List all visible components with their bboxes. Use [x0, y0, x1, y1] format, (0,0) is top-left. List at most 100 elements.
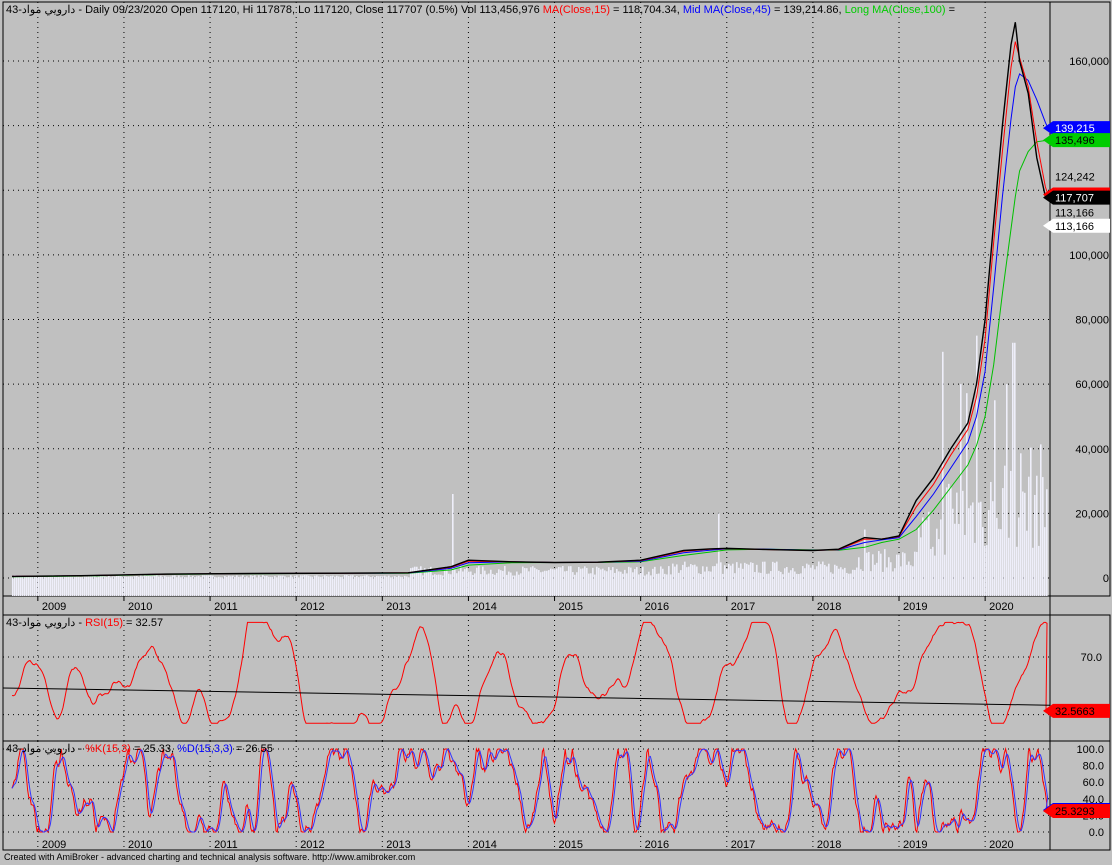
volume-bar: [350, 575, 352, 596]
volume-bar: [1022, 491, 1024, 596]
rsi-axis-panel: [1049, 614, 1111, 742]
volume-bar: [422, 575, 424, 596]
volume-bar: [112, 576, 114, 596]
volume-bar: [520, 573, 522, 596]
volume-bar: [182, 576, 184, 596]
volume-bar: [510, 572, 512, 596]
volume-bar: [830, 572, 832, 596]
stoch-k-value: = 25.33,: [131, 743, 177, 755]
last-value-label: 32.5663: [1055, 706, 1095, 718]
rsi-value: = 32.57: [123, 617, 163, 629]
volume-bar: [344, 575, 346, 596]
volume-bar: [236, 575, 238, 596]
volume-bar: [252, 575, 254, 596]
volume-bar: [904, 553, 906, 596]
volume-bar: [66, 576, 68, 596]
stoch-header-sep: -: [75, 743, 85, 755]
volume-bar: [382, 576, 384, 596]
volume-bar: [960, 384, 962, 596]
volume-bar: [866, 552, 868, 596]
volume-bar: [852, 569, 854, 596]
volume-bar: [484, 570, 486, 596]
volume-bar: [528, 571, 530, 596]
stoch-date-tick-label: 2012: [300, 839, 324, 851]
volume-bar: [384, 575, 386, 596]
volume-bar: [50, 576, 52, 596]
volume-bar: [298, 577, 300, 596]
volume-bar: [878, 551, 880, 596]
volume-bar: [896, 554, 898, 596]
volume-bar: [46, 577, 48, 596]
volume-bar: [32, 575, 34, 596]
volume-bar: [826, 566, 828, 596]
volume-bar: [346, 575, 348, 596]
volume-bar: [474, 573, 476, 596]
volume-bar: [394, 576, 396, 596]
stoch-tick-label: 60.0: [1083, 777, 1104, 789]
volume-bar: [998, 528, 1000, 596]
volume-bar: [618, 571, 620, 596]
stoch-date-tick-label: 2014: [472, 839, 496, 851]
volume-bar: [710, 571, 712, 596]
volume-bar: [160, 575, 162, 596]
stoch-k-legend: %K(15,3): [85, 743, 131, 755]
volume-bar: [124, 576, 126, 596]
chart-window: 2009 2009 2010 2010 2011 2011 2012 2012 2013 2013…: [0, 0, 1112, 865]
volume-bar: [540, 572, 542, 596]
volume-bar: [764, 561, 766, 596]
volume-bar: [56, 577, 58, 596]
stoch-header-ticker: 43-دارويي مواد: [6, 743, 75, 755]
ma-long-legend: Long MA(Close,100): [845, 4, 946, 16]
volume-bar: [862, 570, 864, 596]
last-value-label: 25.3293: [1055, 806, 1095, 818]
volume-bar: [222, 577, 224, 596]
date-tick-label: 2014: [472, 601, 496, 613]
volume-bar: [1020, 453, 1022, 596]
volume-bar: [738, 567, 740, 596]
volume-bar: [372, 576, 374, 596]
volume-bar: [554, 569, 556, 596]
volume-bar: [806, 563, 808, 596]
volume-bar: [624, 569, 626, 596]
volume-bar: [884, 549, 886, 596]
volume-bar: [608, 567, 610, 596]
volume-bar: [340, 576, 342, 596]
volume-bar: [648, 571, 650, 596]
date-tick-label: 2015: [559, 601, 583, 613]
volume-bar: [654, 566, 656, 596]
stoch-date-tick-label: 2009: [42, 839, 66, 851]
volume-bar: [748, 564, 750, 596]
volume-bar: [870, 571, 872, 596]
volume-bar: [184, 577, 186, 596]
volume-bar: [580, 568, 582, 596]
volume-bar: [804, 568, 806, 596]
stoch-d-line: [11, 748, 1049, 833]
volume-bar: [396, 576, 398, 596]
volume-bar: [886, 567, 888, 596]
volume-bar: [880, 553, 882, 596]
volume-bar: [952, 508, 954, 596]
volume-bar: [782, 574, 784, 596]
volume-bar: [438, 574, 440, 596]
ma-short-value: = 118,704.34,: [610, 4, 683, 16]
volume-bar: [288, 577, 290, 596]
volume-bar: [72, 576, 74, 596]
volume-bar: [680, 570, 682, 596]
volume-bar: [844, 567, 846, 596]
volume-bar: [1018, 517, 1020, 596]
stoch-layer: [11, 747, 1049, 834]
volume-bar: [818, 561, 820, 596]
volume-bar: [742, 568, 744, 596]
volume-bar: [808, 564, 810, 596]
date-tick-label: 2018: [817, 601, 841, 613]
volume-bar: [756, 564, 758, 596]
chart-canvas[interactable]: 2009 2009 2010 2010 2011 2011 2012 2012 2013 2013…: [0, 0, 1112, 865]
volume-bar: [914, 551, 916, 596]
stoch-date-tick-label: 2020: [989, 839, 1013, 851]
volume-bar: [196, 576, 198, 596]
volume-bar: [316, 575, 318, 596]
volume-bar: [1036, 475, 1038, 596]
volume-bar: [82, 576, 84, 596]
volume-bar: [450, 574, 452, 596]
volume-bar: [974, 542, 976, 596]
